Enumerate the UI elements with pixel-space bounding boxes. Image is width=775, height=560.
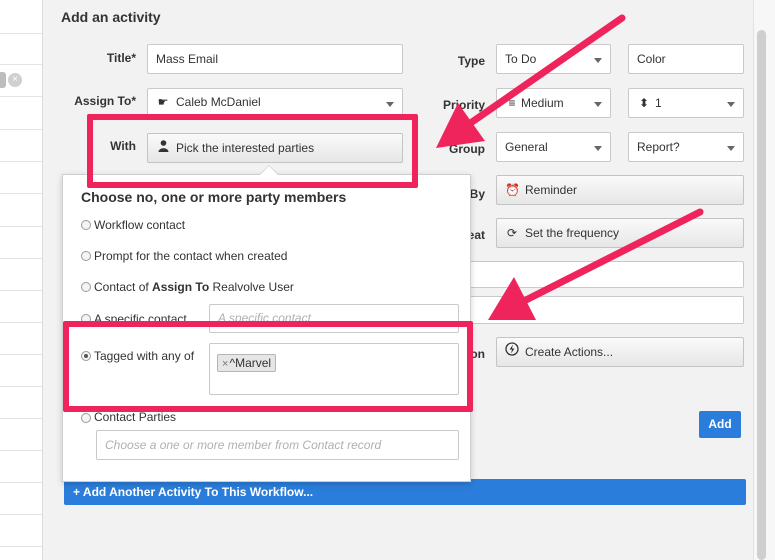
annotation-arrows bbox=[436, 14, 704, 320]
arrow-to-with-field bbox=[436, 14, 626, 148]
arrow-to-tagged-option bbox=[488, 208, 704, 320]
